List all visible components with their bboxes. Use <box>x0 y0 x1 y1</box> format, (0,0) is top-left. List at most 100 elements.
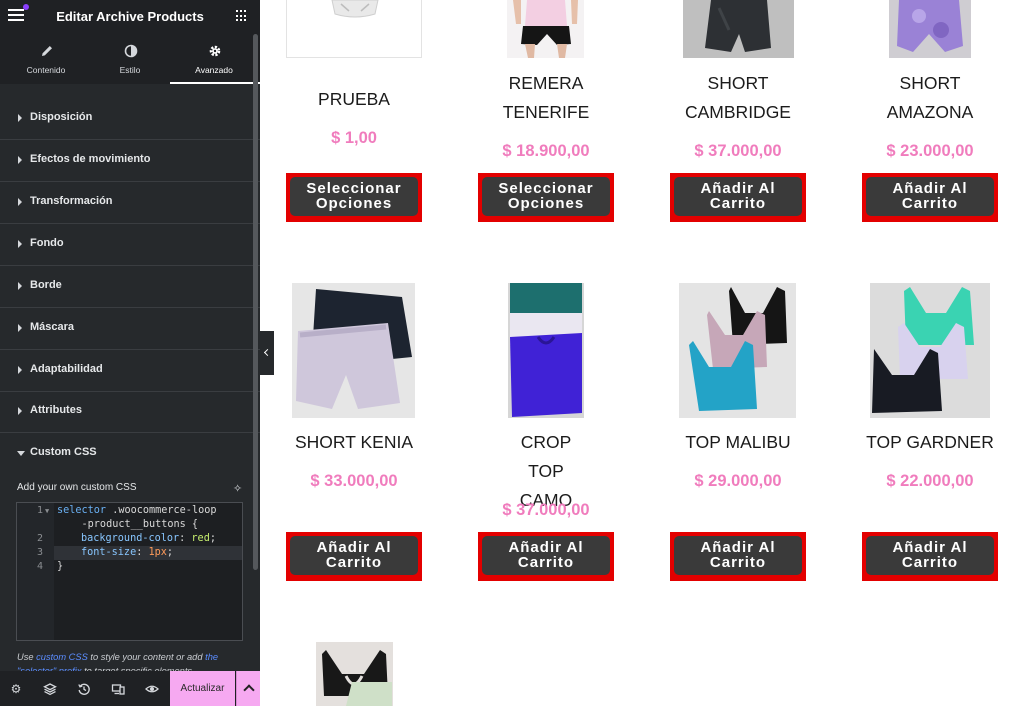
editor-gutter: 1 ▼ 2 3 4 <box>17 503 54 640</box>
pencil-icon <box>42 46 52 56</box>
button-label: Añadir Al Carrito <box>482 536 610 575</box>
product-price: $ 29.000,00 <box>694 472 782 490</box>
code-line: -product__buttons { <box>57 519 199 530</box>
section-label: Disposición <box>30 111 93 123</box>
section-label: Fondo <box>30 237 64 249</box>
layers-icon[interactable] <box>43 682 57 696</box>
product-image[interactable] <box>286 0 422 58</box>
section-label: Borde <box>30 279 62 291</box>
button-label: Seleccionar Opciones <box>290 177 418 216</box>
fold-arrow-icon[interactable]: ▼ <box>45 507 49 515</box>
section-efectos[interactable]: Efectos de movimiento <box>0 140 260 182</box>
product-card: TOP GARDNER $ 22.000,00 Añadir Al Carrito <box>862 283 998 581</box>
section-transformacion[interactable]: Transformación <box>0 182 260 224</box>
tab-label: Estilo <box>119 65 141 75</box>
eye-icon[interactable] <box>145 682 159 696</box>
select-options-button[interactable]: Seleccionar Opciones <box>478 173 614 222</box>
product-name[interactable]: SHORT KENIA <box>286 428 422 457</box>
product-image[interactable] <box>679 283 796 418</box>
code-line: font-size: 1px; <box>81 547 174 558</box>
half-circle-icon <box>124 44 138 58</box>
section-custom-css[interactable]: Custom CSS <box>0 433 260 475</box>
caret-right-icon <box>18 366 22 374</box>
product-card: SHORT AMAZONA $ 23.000,00 Añadir Al Carrit… <box>862 0 998 222</box>
add-to-cart-button[interactable]: Añadir Al Carrito <box>862 532 998 581</box>
collapse-panel-button[interactable] <box>260 331 274 375</box>
custom-css-label: Add your own custom CSS <box>17 482 137 493</box>
product-image[interactable] <box>507 0 584 58</box>
product-image[interactable] <box>316 642 393 706</box>
code-line: background-color: red; <box>81 533 216 544</box>
caret-right-icon <box>18 114 22 122</box>
apps-grid-icon[interactable] <box>236 10 248 22</box>
add-to-cart-button[interactable]: Añadir Al Carrito <box>670 173 806 222</box>
product-name[interactable]: SHORT CAMBRIDGE <box>670 69 806 127</box>
line-number: 3 <box>36 547 43 558</box>
css-code-editor[interactable]: 1 ▼ 2 3 4 selector .woocommerce-loop -pr… <box>16 502 243 641</box>
ai-sparkle-icon[interactable]: ✧ <box>233 482 242 495</box>
product-name[interactable]: TOP GARDNER <box>862 428 998 457</box>
product-image[interactable] <box>683 0 794 58</box>
button-label: Añadir Al Carrito <box>866 177 994 216</box>
product-card: CROP TOP CAMO $ 37.000,00 Añadir Al Carrito <box>478 283 614 581</box>
product-card: REMERA TENERIFE $ 18.900,00 Seleccionar Op… <box>478 0 614 222</box>
line-number: 1 <box>36 505 43 516</box>
product-card <box>286 642 422 706</box>
sidebar-header: Editar Archive Products <box>0 0 260 34</box>
product-name[interactable]: TOP MALIBU <box>670 428 806 457</box>
add-to-cart-button[interactable]: Añadir Al Carrito <box>862 173 998 222</box>
tab-contenido[interactable]: Contenido <box>2 34 90 84</box>
product-image[interactable] <box>508 283 584 418</box>
product-price: $ 22.000,00 <box>886 472 974 490</box>
caret-right-icon <box>18 240 22 248</box>
tab-avanzado[interactable]: Avanzado <box>170 34 260 84</box>
sidebar-title: Editar Archive Products <box>56 9 204 24</box>
sidebar-scrollbar[interactable] <box>253 34 258 570</box>
section-borde[interactable]: Borde <box>0 266 260 308</box>
caret-right-icon <box>18 282 22 290</box>
section-fondo[interactable]: Fondo <box>0 224 260 266</box>
custom-css-link[interactable]: custom CSS <box>36 652 88 662</box>
responsive-icon[interactable] <box>111 682 125 696</box>
sidebar-footer: ⚙ Actualizar <box>0 671 260 706</box>
product-name[interactable]: SHORT AMAZONA <box>862 69 998 127</box>
section-mascara[interactable]: Máscara <box>0 308 260 350</box>
tab-label: Contenido <box>26 65 66 75</box>
product-image[interactable] <box>292 283 415 418</box>
tab-estilo[interactable]: Estilo <box>86 34 174 84</box>
add-to-cart-button[interactable]: Añadir Al Carrito <box>286 532 422 581</box>
chevron-up-icon[interactable] <box>236 671 260 706</box>
section-disposicion[interactable]: Disposición <box>0 98 260 140</box>
button-label: Añadir Al Carrito <box>674 177 802 216</box>
code-line: selector .woocommerce-loop <box>57 505 217 516</box>
product-card: SHORT CAMBRIDGE $ 37.000,00 Añadir Al Carr… <box>670 0 806 222</box>
add-to-cart-button[interactable]: Añadir Al Carrito <box>478 532 614 581</box>
add-to-cart-button[interactable]: Añadir Al Carrito <box>670 532 806 581</box>
section-adaptabilidad[interactable]: Adaptabilidad <box>0 350 260 392</box>
button-label: Seleccionar Opciones <box>482 177 610 216</box>
product-image[interactable] <box>870 283 990 418</box>
panel-tabs: Contenido Estilo Avanzado <box>0 34 260 84</box>
product-price: $ 23.000,00 <box>886 142 974 160</box>
section-attributes[interactable]: Attributes <box>0 391 260 433</box>
editor-sidebar: Editar Archive Products Contenido Estilo… <box>0 0 260 706</box>
product-price: $ 33.000,00 <box>310 472 398 490</box>
product-image[interactable] <box>889 0 971 58</box>
section-label: Efectos de movimiento <box>30 153 151 165</box>
caret-right-icon <box>18 198 22 206</box>
history-icon[interactable] <box>77 682 91 696</box>
product-name[interactable]: PRUEBA <box>286 85 422 114</box>
gear-icon <box>209 45 221 57</box>
button-label: Añadir Al Carrito <box>290 536 418 575</box>
settings-gear-icon[interactable]: ⚙ <box>9 682 23 696</box>
update-button[interactable]: Actualizar <box>170 671 235 706</box>
section-label: Transformación <box>30 195 113 207</box>
product-card: PRUEBA $ 1,00 Seleccionar Opciones <box>286 0 422 222</box>
select-options-button[interactable]: Seleccionar Opciones <box>286 173 422 222</box>
products-grid: PRUEBA $ 1,00 Seleccionar Opciones REMERA… <box>274 0 1024 706</box>
button-label: Añadir Al Carrito <box>866 536 994 575</box>
tab-label: Avanzado <box>195 65 233 75</box>
product-price: $ 1,00 <box>331 129 377 147</box>
product-name[interactable]: REMERA TENERIFE <box>478 69 614 127</box>
section-label: Adaptabilidad <box>30 363 103 375</box>
